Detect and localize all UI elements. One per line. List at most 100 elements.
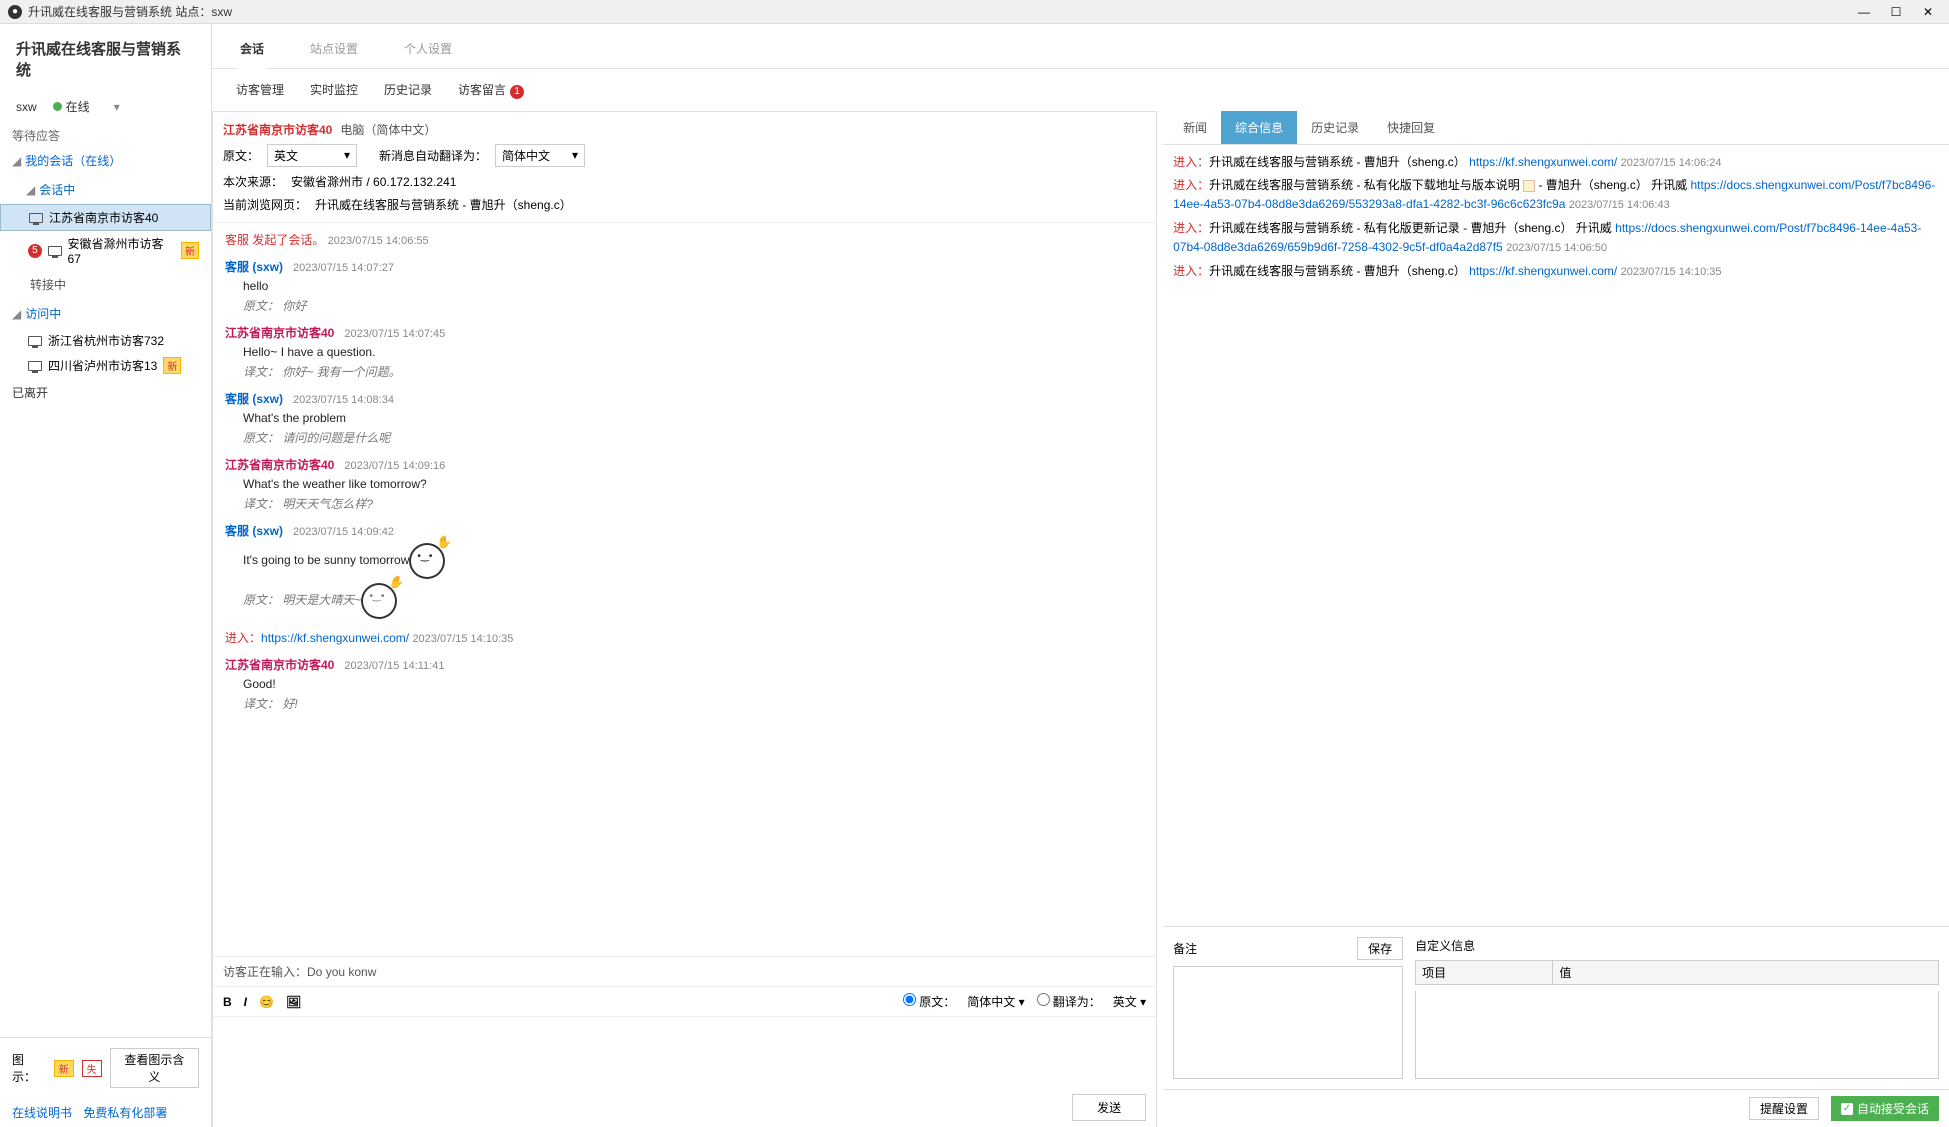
tree-my-conversations[interactable]: ◢我的会话（在线） [0,146,211,175]
bold-button[interactable]: B [223,995,232,1009]
chevron-down-icon: ▾ [572,148,578,162]
log-url[interactable]: https://kf.shengxunwei.com/ [1469,155,1617,169]
subnav-monitor[interactable]: 实时监控 [310,81,358,99]
sticker-icon [361,583,397,619]
save-note-button[interactable]: 保存 [1357,937,1403,960]
timestamp: 2023/07/15 14:09:16 [344,460,445,472]
sender-name: 客服 (sxw) [225,258,283,275]
typing-indicator: 访客正在输入：Do you konw [213,956,1156,986]
visitor-item[interactable]: 5 安徽省滁州市访客67 新 [0,231,211,270]
chevron-down-icon: ▾ [1140,995,1146,1009]
note-label: 备注 [1173,940,1197,957]
tab-personal-settings[interactable]: 个人设置 [400,34,456,68]
monitor-icon [29,213,43,223]
rtab-news[interactable]: 新闻 [1169,111,1221,144]
radio-original[interactable]: 原文： [903,993,955,1010]
original-lang-dropdown[interactable]: 简体中文 ▾ [967,993,1024,1010]
col-key: 项目 [1416,961,1553,984]
custom-table-body[interactable] [1415,991,1939,1079]
original-lang-select[interactable]: 英文▾ [267,144,357,167]
rtab-quick-reply[interactable]: 快捷回复 [1373,111,1449,144]
status-dropdown-icon[interactable]: ▾ [114,100,120,114]
message-body: It's going to be sunny tomorrow [225,539,1144,581]
new-badge: 新 [181,242,199,259]
right-panel: 新闻 综合信息 历史记录 快捷回复 进入：升讯威在线客服与营销系统 - 曹旭升（… [1157,111,1949,1127]
subnav: 访客管理 实时监控 历史记录 访客留言1 [212,69,1949,111]
radio-translate[interactable]: 翻译为： [1037,993,1101,1010]
waiting-label: 等待应答 [0,119,211,146]
message-body: Hello~ I have a question. [225,341,1144,361]
italic-button[interactable]: I [244,995,247,1009]
message-translation: 原文： 请问的问题是什么呢 [225,427,1144,446]
col-value: 值 [1553,961,1938,984]
tab-conversation[interactable]: 会话 [236,34,268,69]
visitor-name: 江苏省南京市访客40 [49,209,158,226]
legend-new-tag: 新 [54,1060,74,1077]
chat-panel: 江苏省南京市访客40 电脑（简体中文） 原文： 英文▾ 新消息自动翻译为： 简体… [212,111,1157,1127]
reminder-settings-button[interactable]: 提醒设置 [1749,1097,1819,1120]
custom-info-label: 自定义信息 [1415,937,1939,954]
source-label: 本次来源： [223,173,283,190]
log-enter-label: 进入： [1173,221,1209,235]
log-enter-label: 进入： [1173,264,1209,278]
current-page-value: 升讯威在线客服与营销系统 - 曹旭升（sheng.c） [315,196,572,213]
visitor-item[interactable]: 浙江省杭州市访客732 [0,328,211,353]
original-label: 原文： [223,147,259,164]
log-timestamp: 2023/07/15 14:06:50 [1506,242,1607,254]
log-page-title: 升讯威在线客服与营销系统 - 私有化版下载地址与版本说明 [1209,178,1520,192]
emoji-button[interactable]: 😊 [259,995,274,1009]
document-icon [1523,180,1535,192]
image-button[interactable]: 🖼 [286,995,301,1009]
activity-log: 进入：升讯威在线客服与营销系统 - 曹旭升（sheng.c） https://k… [1163,145,1949,927]
rtab-info[interactable]: 综合信息 [1221,111,1297,144]
timestamp: 2023/07/15 14:07:27 [293,262,394,274]
sender-name: 客服 (sxw) [225,522,283,539]
sticker-icon [409,543,445,579]
auto-translate-label: 新消息自动翻译为： [379,147,487,164]
view-legend-button[interactable]: 查看图示含义 [110,1048,199,1088]
note-textarea[interactable] [1173,966,1403,1079]
message-body: What's the problem [225,407,1144,427]
tab-site-settings[interactable]: 站点设置 [306,34,362,68]
rtab-history[interactable]: 历史记录 [1297,111,1373,144]
manual-link[interactable]: 在线说明书 [12,1106,72,1120]
titlebar: ● 升讯威在线客服与营销系统 站点：sxw — ☐ ✕ [0,0,1949,24]
subnav-visitors[interactable]: 访客管理 [236,81,284,99]
sender-name: 江苏省南京市访客40 [225,656,334,673]
close-button[interactable]: ✕ [1921,5,1935,19]
timestamp: 2023/07/15 14:10:35 [412,633,513,645]
deploy-link[interactable]: 免费私有化部署 [83,1106,167,1120]
translate-lang-dropdown[interactable]: 英文 ▾ [1113,993,1146,1010]
subnav-messages[interactable]: 访客留言1 [458,81,524,99]
tree-visiting[interactable]: ◢访问中 [0,299,211,328]
unread-badge: 5 [28,244,42,258]
tree-in-conversation[interactable]: ◢会话中 [0,175,211,204]
visitor-item[interactable]: 四川省泸州市访客13 新 [0,353,211,378]
message-translation: 译文： 你好~ 我有一个问题。 [225,361,1144,380]
auto-accept-toggle[interactable]: ✓ 自动接受会话 [1831,1096,1939,1121]
brand-title: 升讯威在线客服与营销系统 [0,24,211,94]
visitor-name: 安徽省滁州市访客67 [68,235,175,266]
log-enter-label: 进入： [1173,155,1209,169]
message-input[interactable] [213,1016,1156,1088]
message-count-badge: 1 [510,85,524,99]
account-name: sxw [16,100,37,114]
minimize-button[interactable]: — [1857,5,1871,19]
message-body: Good! [225,673,1144,693]
source-value: 安徽省滁州市 / 60.172.132.241 [291,173,456,190]
send-button[interactable]: 发送 [1072,1094,1146,1121]
log-url[interactable]: https://kf.shengxunwei.com/ [1469,264,1617,278]
subnav-history[interactable]: 历史记录 [384,81,432,99]
message-translation: 译文： 好! [225,693,1144,712]
legend-label: 图示： [12,1051,46,1085]
auto-translate-lang-select[interactable]: 简体中文▾ [495,144,585,167]
message-body: What's the weather like tomorrow? [225,473,1144,493]
system-message: 客服 发起了会话。 [225,233,324,247]
enter-link[interactable]: https://kf.shengxunwei.com/ [261,631,409,645]
tree-left[interactable]: 已离开 [0,378,211,407]
visitor-item-active[interactable]: 江苏省南京市访客40 [0,204,211,231]
maximize-button[interactable]: ☐ [1889,5,1903,19]
online-status[interactable]: 在线 [53,98,90,115]
chat-messages[interactable]: 客服 发起了会话。 2023/07/15 14:06:55客服 (sxw)202… [213,223,1156,957]
tree-transferring[interactable]: 转接中 [0,270,211,299]
